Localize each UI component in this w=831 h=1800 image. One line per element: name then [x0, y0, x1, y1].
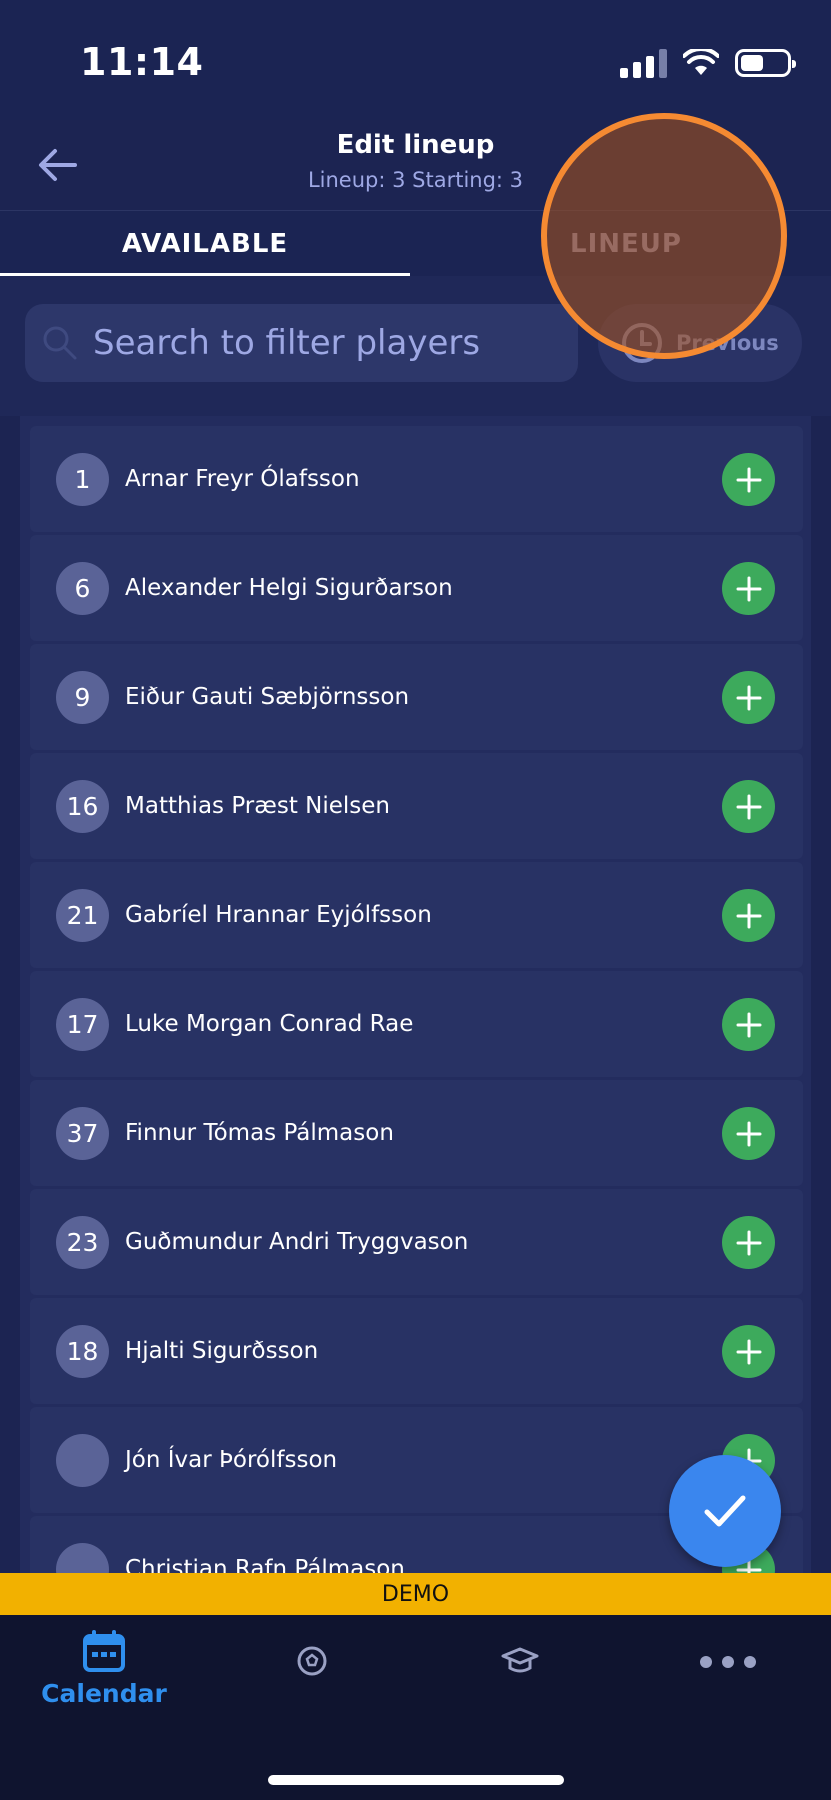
- tap-highlight-circle: [541, 113, 787, 359]
- player-name: Jón Ívar Þórólfsson: [125, 1447, 338, 1473]
- graduation-cap-icon: [501, 1647, 539, 1673]
- player-name: Luke Morgan Conrad Rae: [125, 1011, 414, 1037]
- plus-icon: [736, 685, 761, 710]
- player-name: Finnur Tómas Pálmason: [125, 1120, 394, 1146]
- player-number: [56, 1543, 109, 1573]
- player-row[interactable]: 9 Eiður Gauti Sæbjörnsson: [30, 644, 803, 750]
- tab-available[interactable]: AVAILABLE: [0, 211, 410, 277]
- player-name: Guðmundur Andri Tryggvason: [125, 1229, 469, 1255]
- player-number: 37: [56, 1107, 109, 1160]
- nav-item-calendar[interactable]: Calendar: [0, 1629, 208, 1729]
- player-number: 23: [56, 1216, 109, 1269]
- player-number: 9: [56, 671, 109, 724]
- nav-item-more[interactable]: [624, 1655, 831, 1755]
- add-player-button[interactable]: [722, 1107, 775, 1160]
- checkmark-icon: [704, 1495, 746, 1527]
- player-row[interactable]: 23 Guðmundur Andri Tryggvason: [30, 1189, 803, 1295]
- cellular-signal-icon: [620, 48, 667, 78]
- player-name: Matthias Præst Nielsen: [125, 793, 390, 819]
- home-indicator: [268, 1775, 564, 1785]
- player-row[interactable]: 18 Hjalti Sigurðsson: [30, 1298, 803, 1404]
- player-number: 17: [56, 998, 109, 1051]
- add-player-button[interactable]: [722, 562, 775, 615]
- wifi-icon: [683, 49, 719, 75]
- calendar-icon: [83, 1630, 125, 1672]
- plus-icon: [736, 1230, 761, 1255]
- bottom-nav: Calendar: [0, 1615, 831, 1800]
- player-name: Alexander Helgi Sigurðarson: [125, 575, 453, 601]
- player-row[interactable]: 37 Finnur Tómas Pálmason: [30, 1080, 803, 1186]
- plus-icon: [736, 1121, 761, 1146]
- player-number: [56, 1434, 109, 1487]
- add-player-button[interactable]: [722, 780, 775, 833]
- plus-icon: [736, 1339, 761, 1364]
- player-row[interactable]: 6 Alexander Helgi Sigurðarson: [30, 535, 803, 641]
- plus-icon: [736, 1012, 761, 1037]
- add-player-button[interactable]: [722, 1325, 775, 1378]
- player-list[interactable]: 1 Arnar Freyr Ólafsson 6 Alexander Helgi…: [20, 416, 811, 1573]
- add-player-button[interactable]: [722, 998, 775, 1051]
- nav-item-training[interactable]: [416, 1645, 624, 1745]
- football-icon: [297, 1646, 327, 1676]
- player-row[interactable]: 21 Gabríel Hrannar Eyjólfsson: [30, 862, 803, 968]
- player-row[interactable]: 16 Matthias Præst Nielsen: [30, 753, 803, 859]
- status-icons: [620, 48, 796, 78]
- add-player-button[interactable]: [722, 453, 775, 506]
- player-name: Arnar Freyr Ólafsson: [125, 466, 360, 492]
- add-player-button[interactable]: [722, 889, 775, 942]
- player-row[interactable]: 17 Luke Morgan Conrad Rae: [30, 971, 803, 1077]
- player-number: 18: [56, 1325, 109, 1378]
- player-number: 16: [56, 780, 109, 833]
- player-name: Gabríel Hrannar Eyjólfsson: [125, 902, 432, 928]
- confirm-lineup-button[interactable]: [669, 1455, 781, 1567]
- search-box[interactable]: [25, 304, 578, 382]
- nav-label-calendar: Calendar: [41, 1679, 167, 1708]
- plus-icon: [736, 903, 761, 928]
- player-name: Hjalti Sigurðsson: [125, 1338, 319, 1364]
- status-time: 11:14: [80, 40, 204, 84]
- search-icon: [41, 323, 81, 363]
- player-name: Eiður Gauti Sæbjörnsson: [125, 684, 410, 710]
- player-row[interactable]: 1 Arnar Freyr Ólafsson: [30, 426, 803, 532]
- search-input[interactable]: [91, 322, 575, 364]
- battery-icon: [735, 49, 796, 77]
- player-name: Christian Rafn Pálmason: [125, 1556, 405, 1573]
- plus-icon: [736, 794, 761, 819]
- player-number: 21: [56, 889, 109, 942]
- demo-banner: DEMO: [0, 1573, 831, 1615]
- more-icon: [700, 1656, 756, 1668]
- player-number: 6: [56, 562, 109, 615]
- add-player-button[interactable]: [722, 1216, 775, 1269]
- plus-icon: [736, 467, 761, 492]
- status-bar: 11:14: [0, 0, 831, 120]
- plus-icon: [736, 576, 761, 601]
- nav-item-match[interactable]: [208, 1645, 416, 1745]
- add-player-button[interactable]: [722, 671, 775, 724]
- player-number: 1: [56, 453, 109, 506]
